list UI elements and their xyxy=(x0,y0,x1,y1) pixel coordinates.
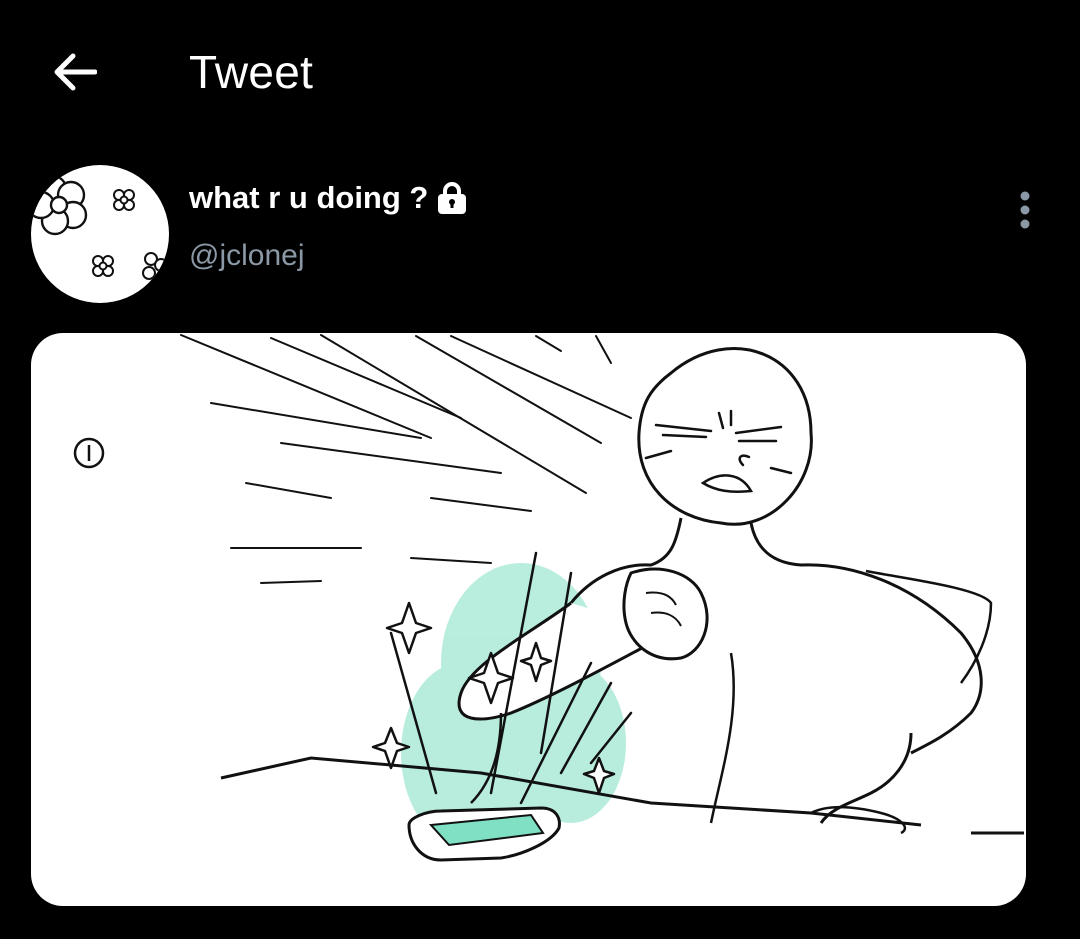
back-button[interactable] xyxy=(44,42,104,102)
page-title: Tweet xyxy=(189,46,314,98)
top-bar: Tweet xyxy=(0,0,1080,140)
flower-doodle-icon xyxy=(31,174,168,280)
avatar[interactable] xyxy=(31,165,169,303)
lock-icon xyxy=(438,182,467,214)
display-name-group[interactable]: what r u doing ? xyxy=(189,178,468,218)
user-handle[interactable]: @jclonej xyxy=(189,236,305,276)
display-name: what r u doing ? xyxy=(189,180,429,215)
panel-number xyxy=(73,437,105,469)
more-options-button[interactable] xyxy=(1003,188,1047,232)
phone-drawing xyxy=(407,806,561,862)
arrow-left-icon xyxy=(54,53,97,91)
more-vertical-icon xyxy=(1020,191,1030,229)
tweet-media-image[interactable] xyxy=(31,333,1026,906)
tweet-author: what r u doing ? @jclonej xyxy=(0,160,1080,310)
comic-illustration xyxy=(73,334,1024,862)
